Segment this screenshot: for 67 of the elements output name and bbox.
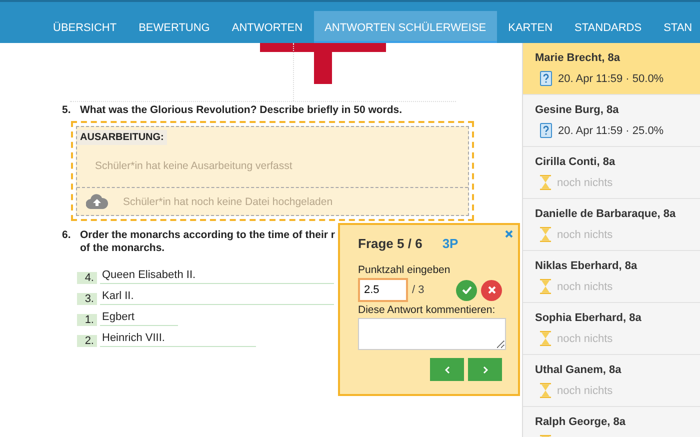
comment-field[interactable]: [358, 318, 506, 350]
student-item[interactable]: Danielle de Barbaraque, 8a noch nichts: [523, 199, 700, 251]
student-item[interactable]: Niklas Eberhard, 8a noch nichts: [523, 251, 700, 303]
student-name: Gesine Burg, 8a: [535, 104, 620, 116]
comment-label: Diese Antwort kommentieren:: [358, 304, 496, 316]
nav-tab[interactable]: STAN: [652, 11, 692, 43]
score-label: Punktzahl eingeben: [358, 264, 452, 276]
question-text: Order the monarchs according to the time of their r: [80, 229, 335, 242]
student-item[interactable]: Ralph George, 8a: [523, 407, 700, 437]
student-status: noch nichts: [557, 176, 613, 188]
nav-tab[interactable]: KARTEN: [497, 11, 564, 43]
confirm-button[interactable]: [456, 280, 477, 300]
student-item[interactable]: Marie Brecht, 8a 20. Apr 11:59 · 50.0%: [523, 43, 700, 95]
nav-tab[interactable]: STANDARDS: [564, 11, 653, 43]
close-icon[interactable]: [505, 230, 513, 238]
student-name: Niklas Eberhard, 8a: [535, 260, 638, 272]
question-number: 6.: [62, 229, 72, 243]
order-number: 1.: [77, 314, 97, 326]
question-document-icon: [540, 123, 552, 138]
score-input[interactable]: 2.5: [358, 278, 408, 302]
check-icon: [462, 286, 472, 294]
hourglass-icon: [540, 383, 551, 398]
student-status: noch nichts: [557, 384, 613, 396]
hourglass-icon: [540, 227, 551, 242]
answer-label: AUSARBEITUNG:: [77, 130, 167, 145]
student-status: 20. Apr 11:59 · 25.0%: [558, 124, 664, 136]
order-number: 2.: [77, 335, 97, 347]
empty-answer-text: Schüler*in hat keine Ausarbeitung verfasst: [77, 145, 468, 188]
hourglass-icon: [540, 279, 551, 294]
order-item: Queen Elisabeth II.: [100, 269, 334, 284]
student-item[interactable]: Sophia Eberhard, 8a noch nichts: [523, 303, 700, 355]
reject-button[interactable]: [481, 280, 502, 300]
close-icon: [488, 286, 496, 294]
student-status: noch nichts: [557, 332, 613, 344]
chevron-right-icon: [482, 366, 488, 374]
student-name: Ralph George, 8a: [535, 416, 626, 428]
student-status: 20. Apr 11:59 · 50.0%: [558, 72, 664, 84]
student-name: Marie Brecht, 8a: [535, 52, 621, 64]
order-number: 4.: [77, 272, 97, 284]
order-item: Heinrich VIII.: [100, 332, 256, 347]
order-item: Egbert: [100, 311, 178, 326]
student-status: noch nichts: [557, 228, 613, 240]
max-score: / 3: [412, 284, 424, 296]
student-status: noch nichts: [557, 280, 613, 292]
student-item[interactable]: Uthal Ganem, 8a noch nichts: [523, 355, 700, 407]
question-number: 5.: [62, 104, 72, 117]
chevron-left-icon: [444, 366, 450, 374]
popup-title: Frage 5 / 6: [358, 236, 422, 251]
hourglass-icon: [540, 175, 551, 190]
student-name: Cirilla Conti, 8a: [535, 156, 616, 168]
student-name: Uthal Ganem, 8a: [535, 364, 622, 376]
empty-upload-text: Schüler*in hat noch keine Datei hochgeladen: [123, 196, 333, 208]
nav-tab[interactable]: ANTWORTEN: [220, 11, 314, 43]
hourglass-icon: [540, 331, 551, 346]
points-label: 3P: [442, 236, 458, 251]
order-number: 3.: [77, 293, 97, 305]
order-item: Karl II.: [100, 290, 334, 305]
nav-tab[interactable]: BEWERTUNG: [128, 11, 221, 43]
cloud-upload-icon: [86, 194, 108, 209]
question-document-icon: [540, 71, 552, 86]
nav-tab[interactable]: ÜBERSICHT: [42, 11, 128, 43]
student-name: Sophia Eberhard, 8a: [535, 312, 642, 324]
student-item[interactable]: Cirilla Conti, 8a noch nichts: [523, 147, 700, 199]
student-name: Danielle de Barbaraque, 8a: [535, 208, 677, 220]
question-text: What was the Glorious Revolution? Describe briefly in 50 words.: [80, 104, 402, 117]
question-text: of the monarchs.: [80, 242, 166, 255]
student-item[interactable]: Gesine Burg, 8a 20. Apr 11:59 · 25.0%: [523, 95, 700, 147]
